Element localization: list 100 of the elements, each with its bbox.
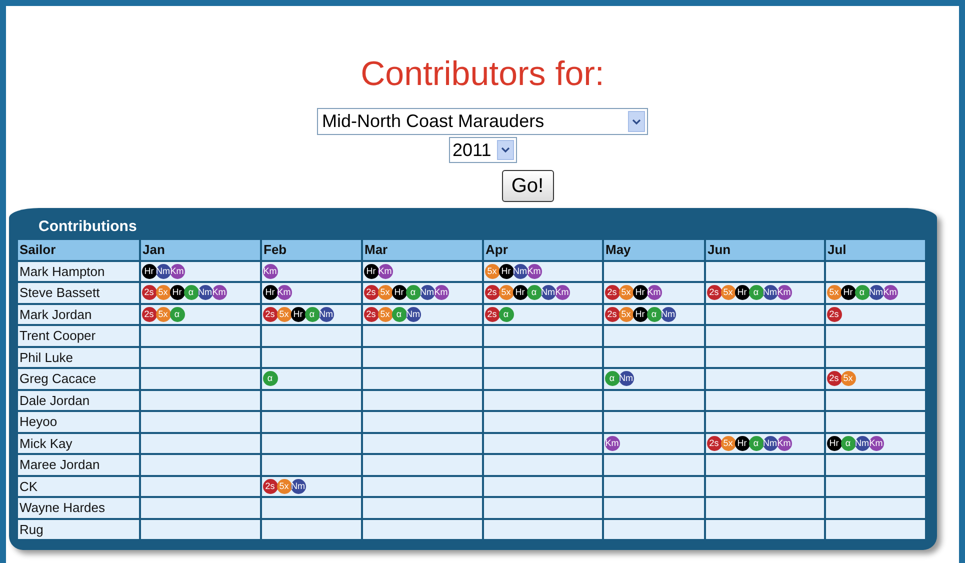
award-badge: Km	[604, 436, 620, 451]
award-badge: 5x	[618, 306, 634, 322]
award-badge: Km	[434, 285, 448, 300]
table-cell: Mark Hampton	[16, 260, 140, 282]
table-cell: CK	[16, 476, 140, 497]
award-badge: α	[406, 285, 420, 300]
award-badge: Km	[526, 264, 542, 279]
award-badge: Nm	[618, 371, 634, 386]
team-select[interactable]: Mid-North Coast Marauders	[317, 108, 648, 135]
award-badge: α	[262, 371, 278, 386]
award-badge: Nm	[540, 285, 556, 300]
award-badge: Nm	[156, 264, 170, 279]
panel-title: Contributions	[38, 218, 138, 236]
award-badge: α	[748, 285, 764, 300]
award-badge: Nm	[198, 285, 212, 300]
award-badge: 5x	[156, 285, 170, 300]
award-badge: α	[304, 306, 320, 322]
award-badge: 5x	[498, 285, 514, 300]
award-badge: 5x	[618, 285, 634, 300]
award-badge: 2s	[826, 371, 842, 386]
award-badge: Hr	[512, 285, 528, 300]
award-badge: Km	[554, 285, 570, 300]
award-badge: Km	[276, 285, 292, 300]
award-badge: 2s	[142, 285, 156, 300]
column-header: Apr	[482, 239, 602, 260]
award-badge: Km	[212, 285, 226, 300]
table-cell: Phil Luke	[16, 346, 140, 368]
table-cell: Mick Kay	[16, 432, 140, 454]
award-badge: 5x	[484, 264, 500, 279]
award-badge: Km	[170, 264, 184, 279]
column-header: Sailor	[16, 239, 140, 260]
award-badge: Hr	[262, 285, 278, 300]
award-badge: 2s	[262, 306, 278, 322]
award-badge: 5x	[826, 285, 842, 300]
award-badge: α	[854, 285, 870, 300]
table-cell: Mark Jordan	[16, 304, 140, 325]
award-badge: 2s	[484, 285, 500, 300]
award-badge: 2s	[604, 285, 620, 300]
table-cell: Maree Jordan	[16, 454, 140, 476]
page-heading: Contributors for:	[360, 54, 604, 94]
award-badge: Hr	[142, 264, 156, 279]
award-badge: 5x	[840, 371, 856, 386]
award-badge: 2s	[142, 306, 156, 322]
column-header: Feb	[260, 239, 362, 260]
award-badge: Hr	[170, 285, 184, 300]
table-cell: Wayne Hardes	[16, 497, 140, 518]
award-badge: α	[646, 306, 662, 322]
column-header: Jan	[140, 239, 260, 260]
award-badge: Nm	[318, 306, 334, 322]
award-badge: 2s	[364, 306, 378, 322]
award-badge: Nm	[868, 285, 884, 300]
award-badge: Nm	[660, 306, 676, 322]
award-badge: Nm	[854, 436, 870, 451]
table-cell: Greg Cacace	[16, 368, 140, 390]
award-badge: Km	[776, 285, 792, 300]
award-badge: α	[840, 436, 856, 451]
award-badge: Hr	[290, 306, 306, 322]
award-badge: Hr	[826, 436, 842, 451]
award-badge: 5x	[276, 478, 292, 494]
award-badge: α	[392, 306, 406, 322]
award-badge: Km	[868, 436, 884, 451]
award-badge: 5x	[378, 306, 392, 322]
award-badge: Hr	[632, 285, 648, 300]
table-cell: Heyoo	[16, 411, 140, 432]
award-badge: Hr	[364, 264, 378, 279]
column-header: Jun	[704, 239, 824, 260]
table-cell: Rug	[16, 518, 140, 540]
award-badge: 2s	[604, 306, 620, 322]
table-cell: Dale Jordan	[16, 390, 140, 411]
column-header: May	[602, 239, 704, 260]
award-badge: 2s	[706, 285, 722, 300]
award-badge: Nm	[420, 285, 434, 300]
table-cell: Steve Bassett	[16, 282, 140, 304]
award-badge: 2s	[484, 306, 500, 322]
award-badge: Hr	[734, 285, 750, 300]
award-badge: Hr	[840, 285, 856, 300]
column-header: Jul	[824, 239, 926, 260]
award-badge: Hr	[632, 306, 648, 322]
go-button[interactable]: Go!	[502, 170, 554, 202]
year-select[interactable]: 2011	[448, 137, 516, 163]
award-badge: Hr	[392, 285, 406, 300]
award-badge: Nm	[512, 264, 528, 279]
award-badge: Km	[646, 285, 662, 300]
award-badge: 2s	[262, 478, 278, 494]
award-badge: 2s	[364, 285, 378, 300]
award-badge: Km	[378, 264, 392, 279]
award-badge: 5x	[378, 285, 392, 300]
award-badge: Nm	[762, 285, 778, 300]
award-badge: 5x	[156, 306, 170, 322]
table-cell: Trent Cooper	[16, 325, 140, 346]
award-badge: α	[170, 306, 184, 322]
award-badge: α	[604, 371, 620, 386]
award-badge: Km	[882, 285, 898, 300]
award-badge: Nm	[762, 436, 778, 451]
award-badge: Nm	[290, 478, 306, 494]
award-badge: 5x	[720, 436, 736, 451]
award-badge: Km	[262, 264, 278, 279]
award-badge: Hr	[734, 436, 750, 451]
award-badge: Nm	[406, 306, 420, 322]
award-badge: α	[184, 285, 198, 300]
